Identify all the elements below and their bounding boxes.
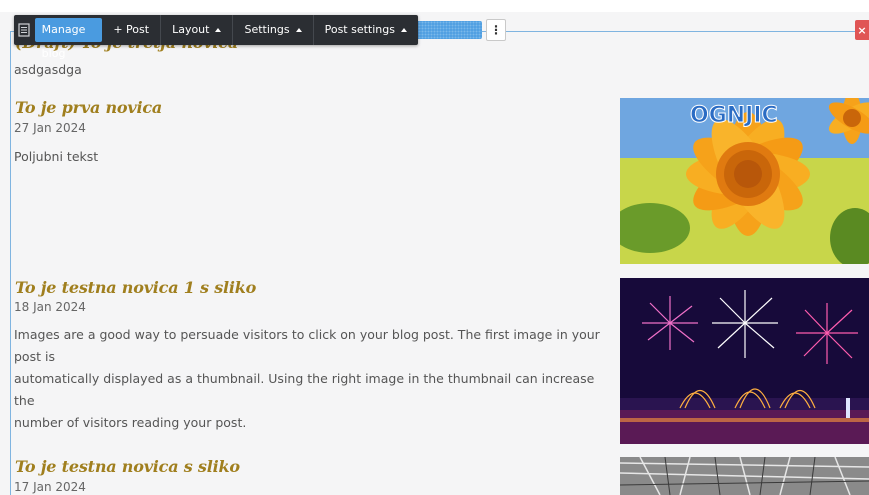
post-title[interactable]: To je testna novica 1 s sliko — [15, 278, 256, 297]
drag-handle[interactable] — [418, 21, 482, 39]
settings-label: Settings — [244, 23, 290, 36]
post-excerpt: Images are a good way to persuade visito… — [14, 324, 614, 434]
post-title[interactable]: To je testna novica s sliko — [15, 457, 240, 476]
post-thumbnail-architecture[interactable] — [620, 457, 869, 495]
close-button[interactable]: × — [855, 20, 869, 40]
post-date: 17 Jan 2024 — [14, 480, 86, 494]
post-title[interactable]: To je prva novica — [15, 98, 162, 117]
blog-editor-toolbar: Manage blog + Post Layout Settings Post … — [14, 15, 418, 60]
settings-dropdown[interactable]: Settings — [232, 15, 312, 45]
add-post-label: + Post — [113, 23, 150, 36]
page-top-strip — [0, 0, 869, 12]
post-settings-label: Post settings — [324, 23, 395, 36]
post-date: 18 Jan 2024 — [14, 300, 86, 314]
excerpt-line: number of visitors reading your post. — [14, 415, 247, 430]
post-thumbnail-fireworks[interactable] — [620, 278, 869, 444]
post-date: 27 Jan 2024 — [14, 121, 86, 135]
excerpt-line: automatically displayed as a thumbnail. … — [14, 371, 595, 408]
layout-label: Layout — [172, 23, 210, 36]
post-excerpt: Poljubni tekst — [14, 149, 99, 164]
add-post-button[interactable]: + Post — [102, 15, 160, 45]
more-options-button[interactable]: ⋮ — [486, 19, 506, 41]
caret-up-icon — [215, 28, 222, 32]
manage-blog-button[interactable]: Manage blog — [34, 18, 103, 60]
caret-up-icon — [295, 28, 302, 32]
selection-frame-left — [10, 31, 11, 495]
post-settings-dropdown[interactable]: Post settings — [312, 15, 418, 45]
thumbnail-text: OGNJIC — [690, 103, 778, 128]
excerpt-line: Images are a good way to persuade visito… — [14, 327, 600, 364]
document-icon[interactable] — [14, 15, 34, 45]
layout-dropdown[interactable]: Layout — [160, 15, 232, 45]
post-thumbnail-flower[interactable]: OGNJIC — [620, 98, 869, 264]
caret-up-icon — [401, 28, 407, 32]
